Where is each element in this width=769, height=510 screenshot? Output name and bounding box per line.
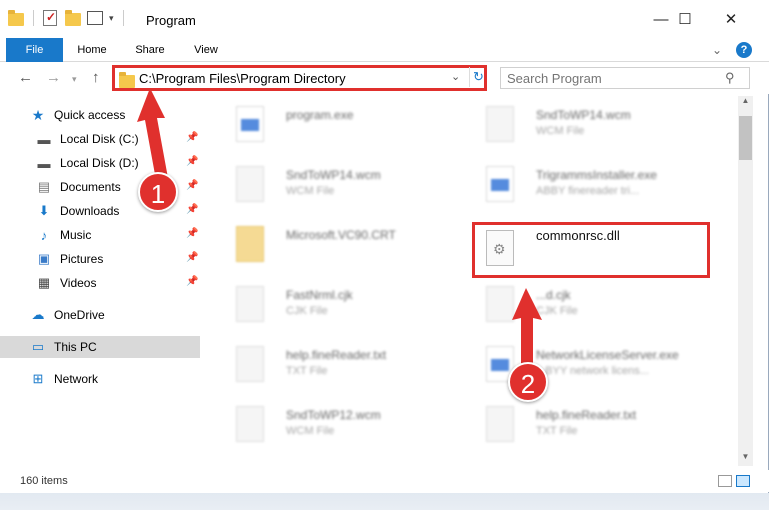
step-badge-1: 1 [138,172,178,212]
step-badge-2: 2 [508,362,548,402]
